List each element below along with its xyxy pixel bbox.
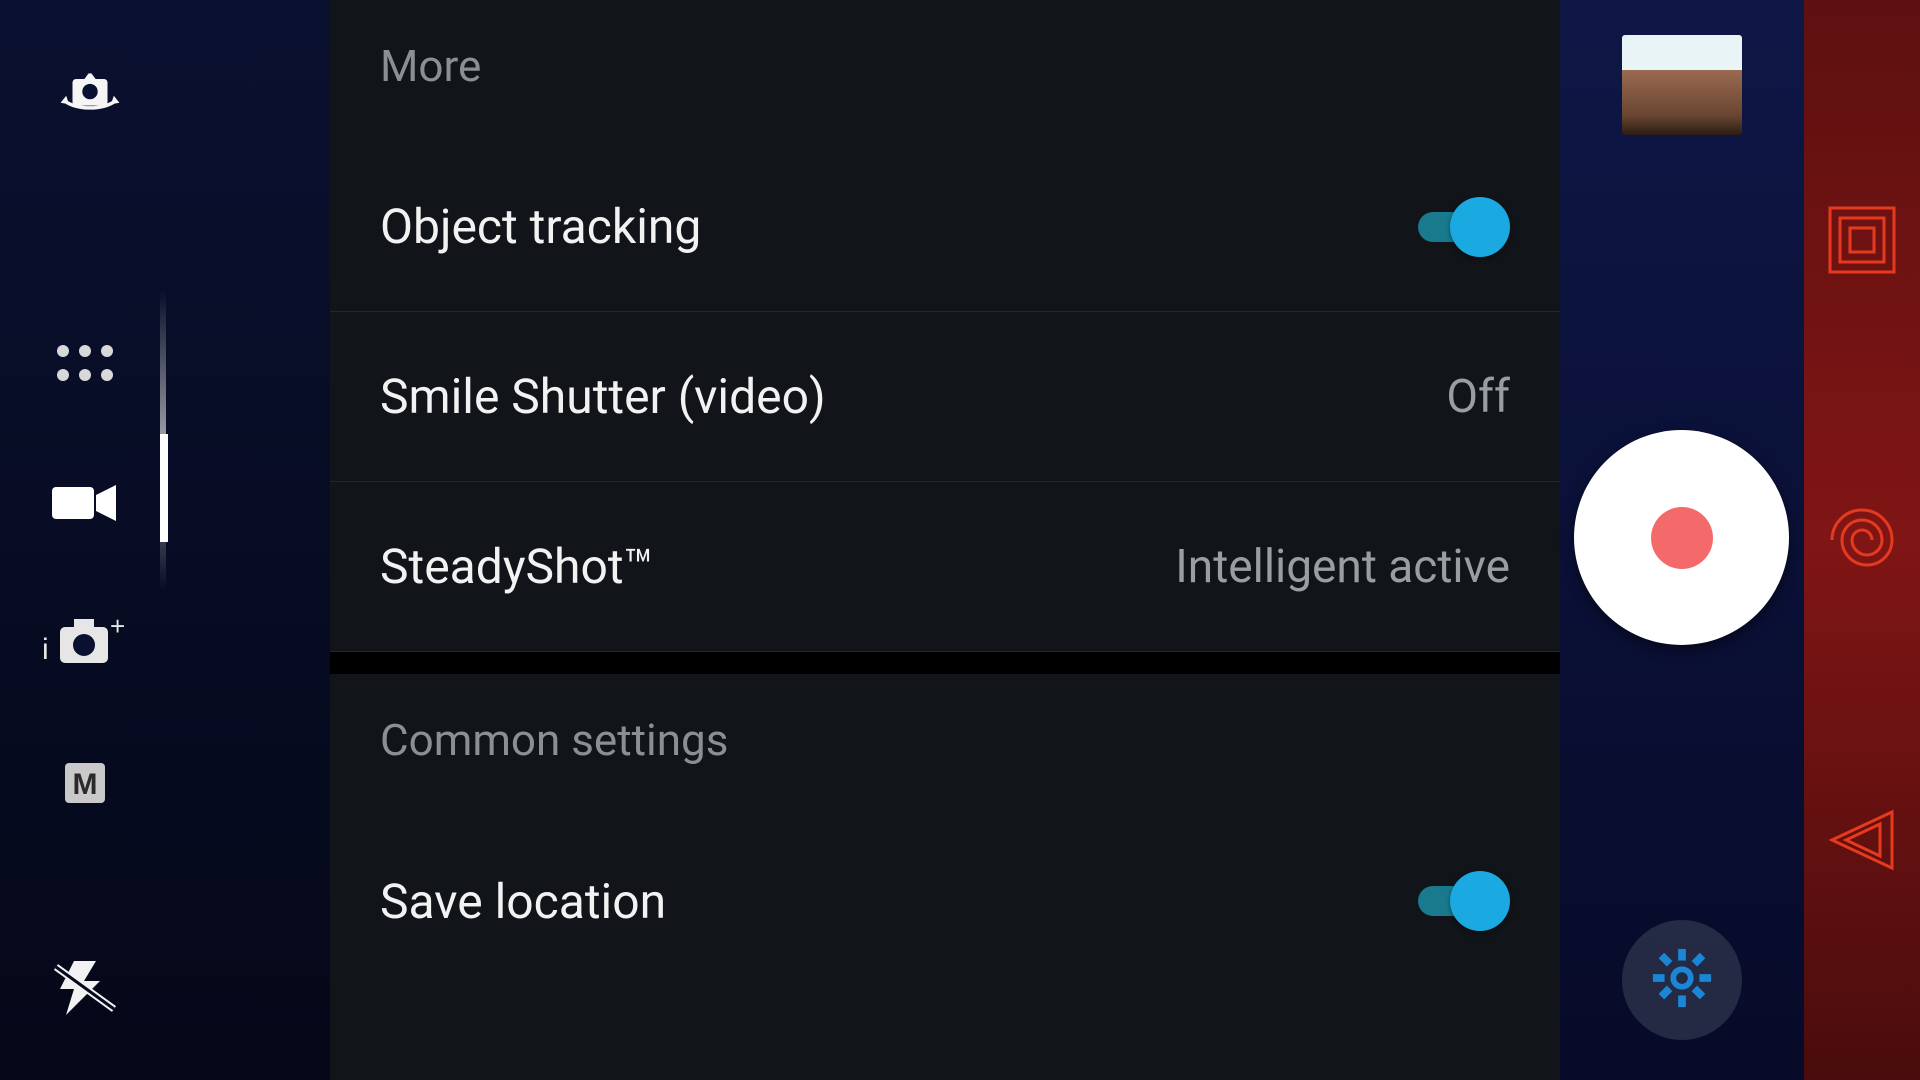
mode-video-button[interactable] <box>50 470 120 540</box>
row-label: Smile Shutter (video) <box>380 368 826 425</box>
stripe-deco-spiral-icon <box>1822 500 1902 580</box>
section-header-more: More <box>330 0 1560 142</box>
section-header-common: Common settings <box>330 674 1560 816</box>
mode-manual-button[interactable]: M <box>50 750 120 820</box>
mode-active-marker <box>160 434 168 542</box>
row-steadyshot[interactable]: SteadyShot™ Intelligent active <box>330 482 1560 652</box>
toggle-object-tracking[interactable] <box>1410 197 1510 257</box>
row-object-tracking[interactable]: Object tracking <box>330 142 1560 312</box>
row-label: SteadyShot™ <box>380 538 654 595</box>
row-smile-shutter[interactable]: Smile Shutter (video) Off <box>330 312 1560 482</box>
stripe-deco-square-icon <box>1822 200 1902 280</box>
superior-auto-icon: i + <box>42 615 128 675</box>
mode-apps-button[interactable] <box>50 330 120 400</box>
gear-icon <box>1651 947 1713 1013</box>
section-gap <box>330 652 1560 674</box>
video-camera-icon <box>50 481 120 529</box>
mode-superior-auto-button[interactable]: i + <box>50 610 120 680</box>
settings-panel: More Object tracking Smile Shutter (vide… <box>330 0 1560 1080</box>
stripe-deco-triangle-icon <box>1822 800 1902 880</box>
right-sidebar <box>1560 0 1804 1080</box>
toggle-thumb <box>1450 197 1510 257</box>
left-sidebar: i + M <box>0 0 330 1080</box>
settings-button[interactable] <box>1622 920 1742 1040</box>
record-button[interactable] <box>1574 430 1789 645</box>
row-label: Save location <box>380 873 666 930</box>
toggle-save-location[interactable] <box>1410 871 1510 931</box>
row-label: Object tracking <box>380 198 701 255</box>
mode-rail-indicator <box>160 290 166 590</box>
svg-text:+: + <box>110 615 125 641</box>
row-value: Intelligent active <box>1175 540 1510 594</box>
svg-text:M: M <box>73 768 98 801</box>
apps-grid-icon <box>55 341 115 389</box>
flash-button[interactable] <box>45 955 125 1025</box>
svg-text:i: i <box>42 633 49 666</box>
mode-rail: i + M <box>0 330 170 820</box>
gallery-thumbnail[interactable] <box>1622 35 1742 135</box>
right-edge-stripe <box>1804 0 1920 1080</box>
switch-camera-icon <box>54 65 126 125</box>
switch-camera-button[interactable] <box>50 60 130 130</box>
toggle-thumb <box>1450 871 1510 931</box>
row-save-location[interactable]: Save location <box>330 816 1560 986</box>
row-value: Off <box>1446 370 1510 424</box>
record-dot-icon <box>1651 507 1713 569</box>
manual-mode-icon: M <box>63 761 107 809</box>
flash-off-icon <box>48 957 122 1023</box>
